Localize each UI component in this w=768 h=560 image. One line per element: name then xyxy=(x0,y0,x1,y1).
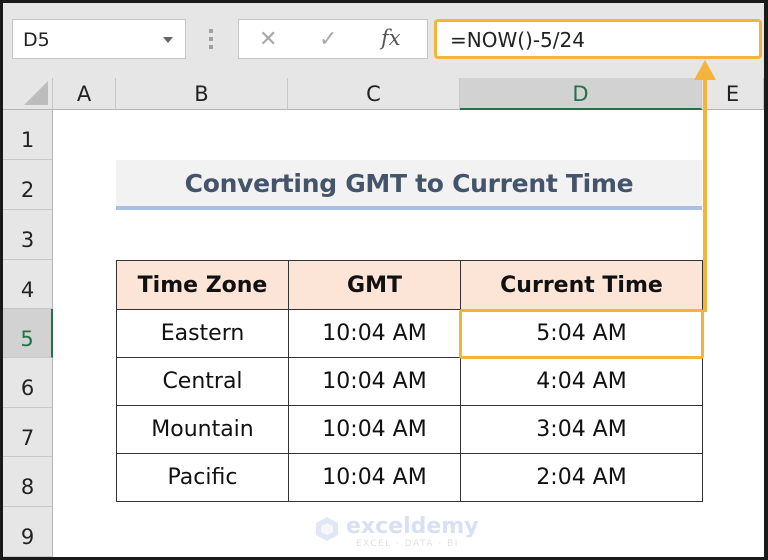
header-current-time[interactable]: Current Time xyxy=(460,260,703,310)
column-header-a[interactable]: A xyxy=(53,78,116,110)
cell-time-zone[interactable]: Central xyxy=(116,357,289,406)
time-zone-table: Time Zone GMT Current Time Eastern 10:04… xyxy=(116,260,703,502)
row-header-4[interactable]: 4 xyxy=(3,260,53,309)
cell-current-time[interactable]: 4:04 AM xyxy=(460,357,703,406)
exceldemy-logo-icon xyxy=(316,517,338,541)
cell-gmt[interactable]: 10:04 AM xyxy=(288,309,461,358)
column-header-e[interactable]: E xyxy=(702,78,764,110)
cell-gmt[interactable]: 10:04 AM xyxy=(288,453,461,502)
select-all-triangle-icon xyxy=(24,81,48,105)
header-gmt[interactable]: GMT xyxy=(288,260,461,310)
cell-current-time[interactable]: 3:04 AM xyxy=(460,405,703,454)
table-row: Central 10:04 AM 4:04 AM xyxy=(116,357,703,406)
column-header-d[interactable]: D xyxy=(460,78,702,110)
formula-bar: D5 ✕ ✓ fx =NOW()-5/24 xyxy=(3,3,764,78)
selected-cell-highlight xyxy=(459,309,704,359)
formula-buttons: ✕ ✓ fx xyxy=(238,19,428,59)
row-header-8[interactable]: 8 xyxy=(3,457,53,507)
row-header-1[interactable]: 1 xyxy=(3,110,53,160)
column-header-c[interactable]: C xyxy=(288,78,460,110)
row-header-5[interactable]: 5 xyxy=(3,309,53,358)
cell-gmt[interactable]: 10:04 AM xyxy=(288,405,461,454)
enter-check-icon[interactable]: ✓ xyxy=(319,26,337,52)
row-header-9[interactable]: 9 xyxy=(3,507,53,557)
cell-current-time[interactable]: 2:04 AM xyxy=(460,453,703,502)
annotation-arrow-up-icon xyxy=(694,60,716,80)
cell-time-zone[interactable]: Pacific xyxy=(116,453,289,502)
cell-time-zone[interactable]: Mountain xyxy=(116,405,289,454)
row-header-2[interactable]: 2 xyxy=(3,160,53,210)
cell-gmt[interactable]: 10:04 AM xyxy=(288,357,461,406)
cell-time-zone[interactable]: Eastern xyxy=(116,309,289,358)
select-all-button[interactable] xyxy=(3,78,53,110)
table-row: Pacific 10:04 AM 2:04 AM xyxy=(116,453,703,502)
name-box-value: D5 xyxy=(23,29,50,51)
column-header-b[interactable]: B xyxy=(116,78,288,110)
row-header-6[interactable]: 6 xyxy=(3,358,53,408)
sheet-title: Converting GMT to Current Time xyxy=(116,160,702,210)
cancel-icon[interactable]: ✕ xyxy=(259,26,277,52)
table-row: Mountain 10:04 AM 3:04 AM xyxy=(116,405,703,454)
watermark-name: exceldemy xyxy=(346,514,479,539)
table-header-row: Time Zone GMT Current Time xyxy=(116,260,703,310)
annotation-arrow-line xyxy=(703,75,707,312)
row-header-3[interactable]: 3 xyxy=(3,210,53,260)
insert-function-icon[interactable]: fx xyxy=(381,26,401,50)
grip-handle-icon[interactable] xyxy=(209,29,213,53)
excel-window: D5 ✕ ✓ fx =NOW()-5/24 A B C D E 1 2 3 4 … xyxy=(3,3,764,557)
formula-input[interactable]: =NOW()-5/24 xyxy=(434,19,762,59)
header-time-zone[interactable]: Time Zone xyxy=(116,260,289,310)
name-box[interactable]: D5 xyxy=(12,19,186,59)
row-header-7[interactable]: 7 xyxy=(3,408,53,457)
chevron-down-icon[interactable] xyxy=(163,37,173,43)
formula-text: =NOW()-5/24 xyxy=(450,28,585,52)
watermark-tagline: EXCEL · DATA · BI xyxy=(356,539,459,549)
